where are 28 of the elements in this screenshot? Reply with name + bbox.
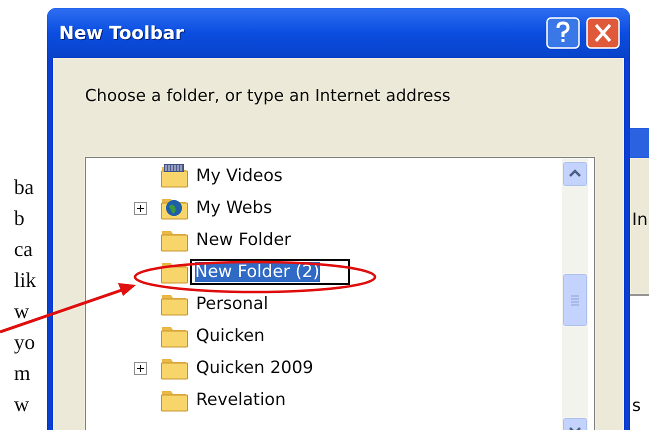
text-fragment: lik	[14, 267, 36, 294]
tree-item[interactable]: Quicken 2009	[196, 360, 314, 376]
text-fragment: yo	[14, 329, 36, 356]
text-fragment: m	[14, 360, 32, 387]
label-text: s	[632, 396, 641, 416]
tree-item[interactable]: New Folder	[196, 232, 292, 248]
tree-item[interactable]: Quicken	[196, 328, 265, 344]
expand-button[interactable]	[134, 202, 147, 214]
text-fragment: ba	[14, 174, 35, 201]
close-button[interactable]	[586, 17, 620, 49]
scrollbar[interactable]	[562, 158, 588, 430]
prompt-text: Choose a folder, or type an Internet address	[85, 86, 452, 105]
film-folder-icon	[160, 163, 188, 189]
tree-item[interactable]: Revelation	[196, 392, 286, 408]
scroll-thumb[interactable]	[563, 274, 587, 326]
scroll-up-button[interactable]	[563, 162, 587, 186]
rename-field[interactable]: New Folder (2)	[190, 259, 350, 285]
tree-item[interactable]: My Videos	[196, 168, 283, 184]
tree-item[interactable]: My Webs	[196, 200, 272, 216]
text-fragment: ca	[14, 236, 34, 263]
window-title: New Toolbar	[59, 22, 184, 44]
label-text: In	[632, 210, 648, 230]
text-fragment: w	[14, 298, 30, 325]
tree-item[interactable]: Personal	[196, 296, 268, 312]
help-button[interactable]	[546, 17, 580, 49]
text-fragment: b	[14, 205, 26, 232]
expand-button[interactable]	[134, 362, 147, 374]
text-fragment: w	[14, 391, 30, 418]
